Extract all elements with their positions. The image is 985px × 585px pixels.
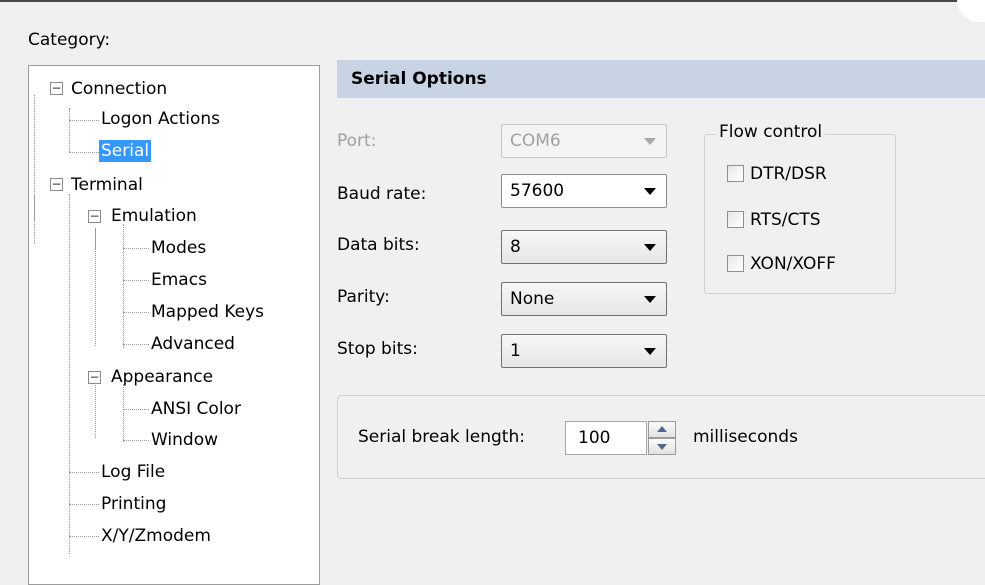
tree-line — [123, 344, 149, 345]
tree-line — [69, 120, 99, 121]
parity-label: Parity: — [337, 287, 390, 307]
stop-bits-label: Stop bits: — [337, 339, 418, 359]
top-border — [0, 0, 960, 2]
tree-line — [95, 228, 96, 346]
tree-line — [123, 440, 149, 441]
spin-up-button[interactable] — [648, 421, 676, 438]
parity-dropdown[interactable]: None — [501, 282, 667, 316]
xon-xoff-checkbox[interactable]: XON/XOFF — [727, 253, 836, 275]
tree-item-appearance[interactable]: Appearance — [109, 366, 215, 388]
checkbox-box[interactable] — [727, 211, 744, 228]
stop-bits-value: 1 — [510, 341, 521, 361]
serial-break-spinner[interactable] — [648, 421, 676, 455]
tree-line — [123, 384, 124, 442]
data-bits-label: Data bits: — [337, 235, 420, 255]
xon-xoff-label: XON/XOFF — [750, 254, 836, 274]
tree-item-connection[interactable]: Connection — [69, 78, 169, 100]
chevron-down-icon[interactable] — [644, 188, 656, 195]
tree-line — [123, 248, 149, 249]
chevron-down-icon — [644, 244, 656, 251]
data-bits-value: 8 — [510, 237, 521, 257]
tree-item-window[interactable]: Window — [149, 429, 220, 451]
arrow-down-icon — [657, 444, 667, 450]
collapse-emulation-icon[interactable]: − — [88, 210, 101, 223]
tree-item-emulation[interactable]: Emulation — [109, 205, 199, 227]
tree-item-xyzmodem[interactable]: X/Y/Zmodem — [99, 525, 213, 547]
port-dropdown: COM6 — [501, 124, 667, 158]
serial-break-label: Serial break length: — [358, 427, 525, 447]
data-bits-dropdown[interactable]: 8 — [501, 230, 667, 264]
tree-line — [123, 280, 149, 281]
tree-line — [34, 195, 35, 243]
tree-line — [69, 472, 99, 473]
tree-item-log-file[interactable]: Log File — [99, 461, 167, 483]
category-tree[interactable]: − Connection Logon Actions Serial − Term… — [28, 65, 320, 585]
checkbox-box[interactable] — [727, 165, 744, 182]
tree-line — [123, 224, 124, 348]
arrow-up-icon — [657, 426, 667, 432]
baud-rate-value: 57600 — [510, 181, 565, 201]
tree-item-modes[interactable]: Modes — [149, 237, 208, 259]
milliseconds-label: milliseconds — [693, 427, 798, 447]
rts-cts-checkbox[interactable]: RTS/CTS — [727, 209, 821, 231]
serial-options-header: Serial Options — [337, 60, 985, 98]
window-corner — [957, 0, 985, 22]
tree-item-ansi-color[interactable]: ANSI Color — [149, 398, 243, 420]
serial-break-input[interactable]: 100 — [565, 421, 647, 455]
tree-item-emacs[interactable]: Emacs — [149, 269, 209, 291]
baud-rate-label: Baud rate: — [337, 184, 427, 204]
tree-item-mapped-keys[interactable]: Mapped Keys — [149, 301, 266, 323]
parity-value: None — [510, 289, 555, 309]
chevron-down-icon — [644, 138, 656, 145]
stop-bits-dropdown[interactable]: 1 — [501, 334, 667, 368]
checkbox-box[interactable] — [727, 255, 744, 272]
tree-item-printing[interactable]: Printing — [99, 493, 168, 515]
tree-line — [69, 152, 99, 153]
tree-item-advanced[interactable]: Advanced — [149, 333, 237, 355]
flow-control-legend: Flow control — [716, 122, 826, 142]
tree-line — [69, 536, 99, 537]
category-label: Category: — [28, 30, 111, 50]
collapse-appearance-icon[interactable]: − — [88, 371, 101, 384]
rts-cts-label: RTS/CTS — [750, 210, 821, 230]
tree-line — [69, 108, 70, 152]
chevron-down-icon — [644, 348, 656, 355]
tree-item-logon-actions[interactable]: Logon Actions — [99, 108, 222, 130]
tree-item-terminal[interactable]: Terminal — [69, 174, 145, 196]
tree-item-serial[interactable]: Serial — [99, 140, 152, 162]
dtr-dsr-checkbox[interactable]: DTR/DSR — [727, 163, 827, 185]
tree-line — [123, 312, 149, 313]
tree-line — [69, 504, 99, 505]
dtr-dsr-label: DTR/DSR — [750, 164, 827, 184]
chevron-down-icon — [644, 296, 656, 303]
tree-line — [95, 383, 96, 438]
baud-rate-combobox[interactable]: 57600 — [501, 174, 667, 208]
spin-down-button[interactable] — [648, 438, 676, 455]
tree-line — [123, 409, 149, 410]
port-value: COM6 — [510, 131, 561, 151]
collapse-terminal-icon[interactable]: − — [50, 178, 63, 191]
port-label: Port: — [337, 131, 377, 151]
tree-line — [69, 194, 70, 554]
collapse-connection-icon[interactable]: − — [50, 82, 63, 95]
